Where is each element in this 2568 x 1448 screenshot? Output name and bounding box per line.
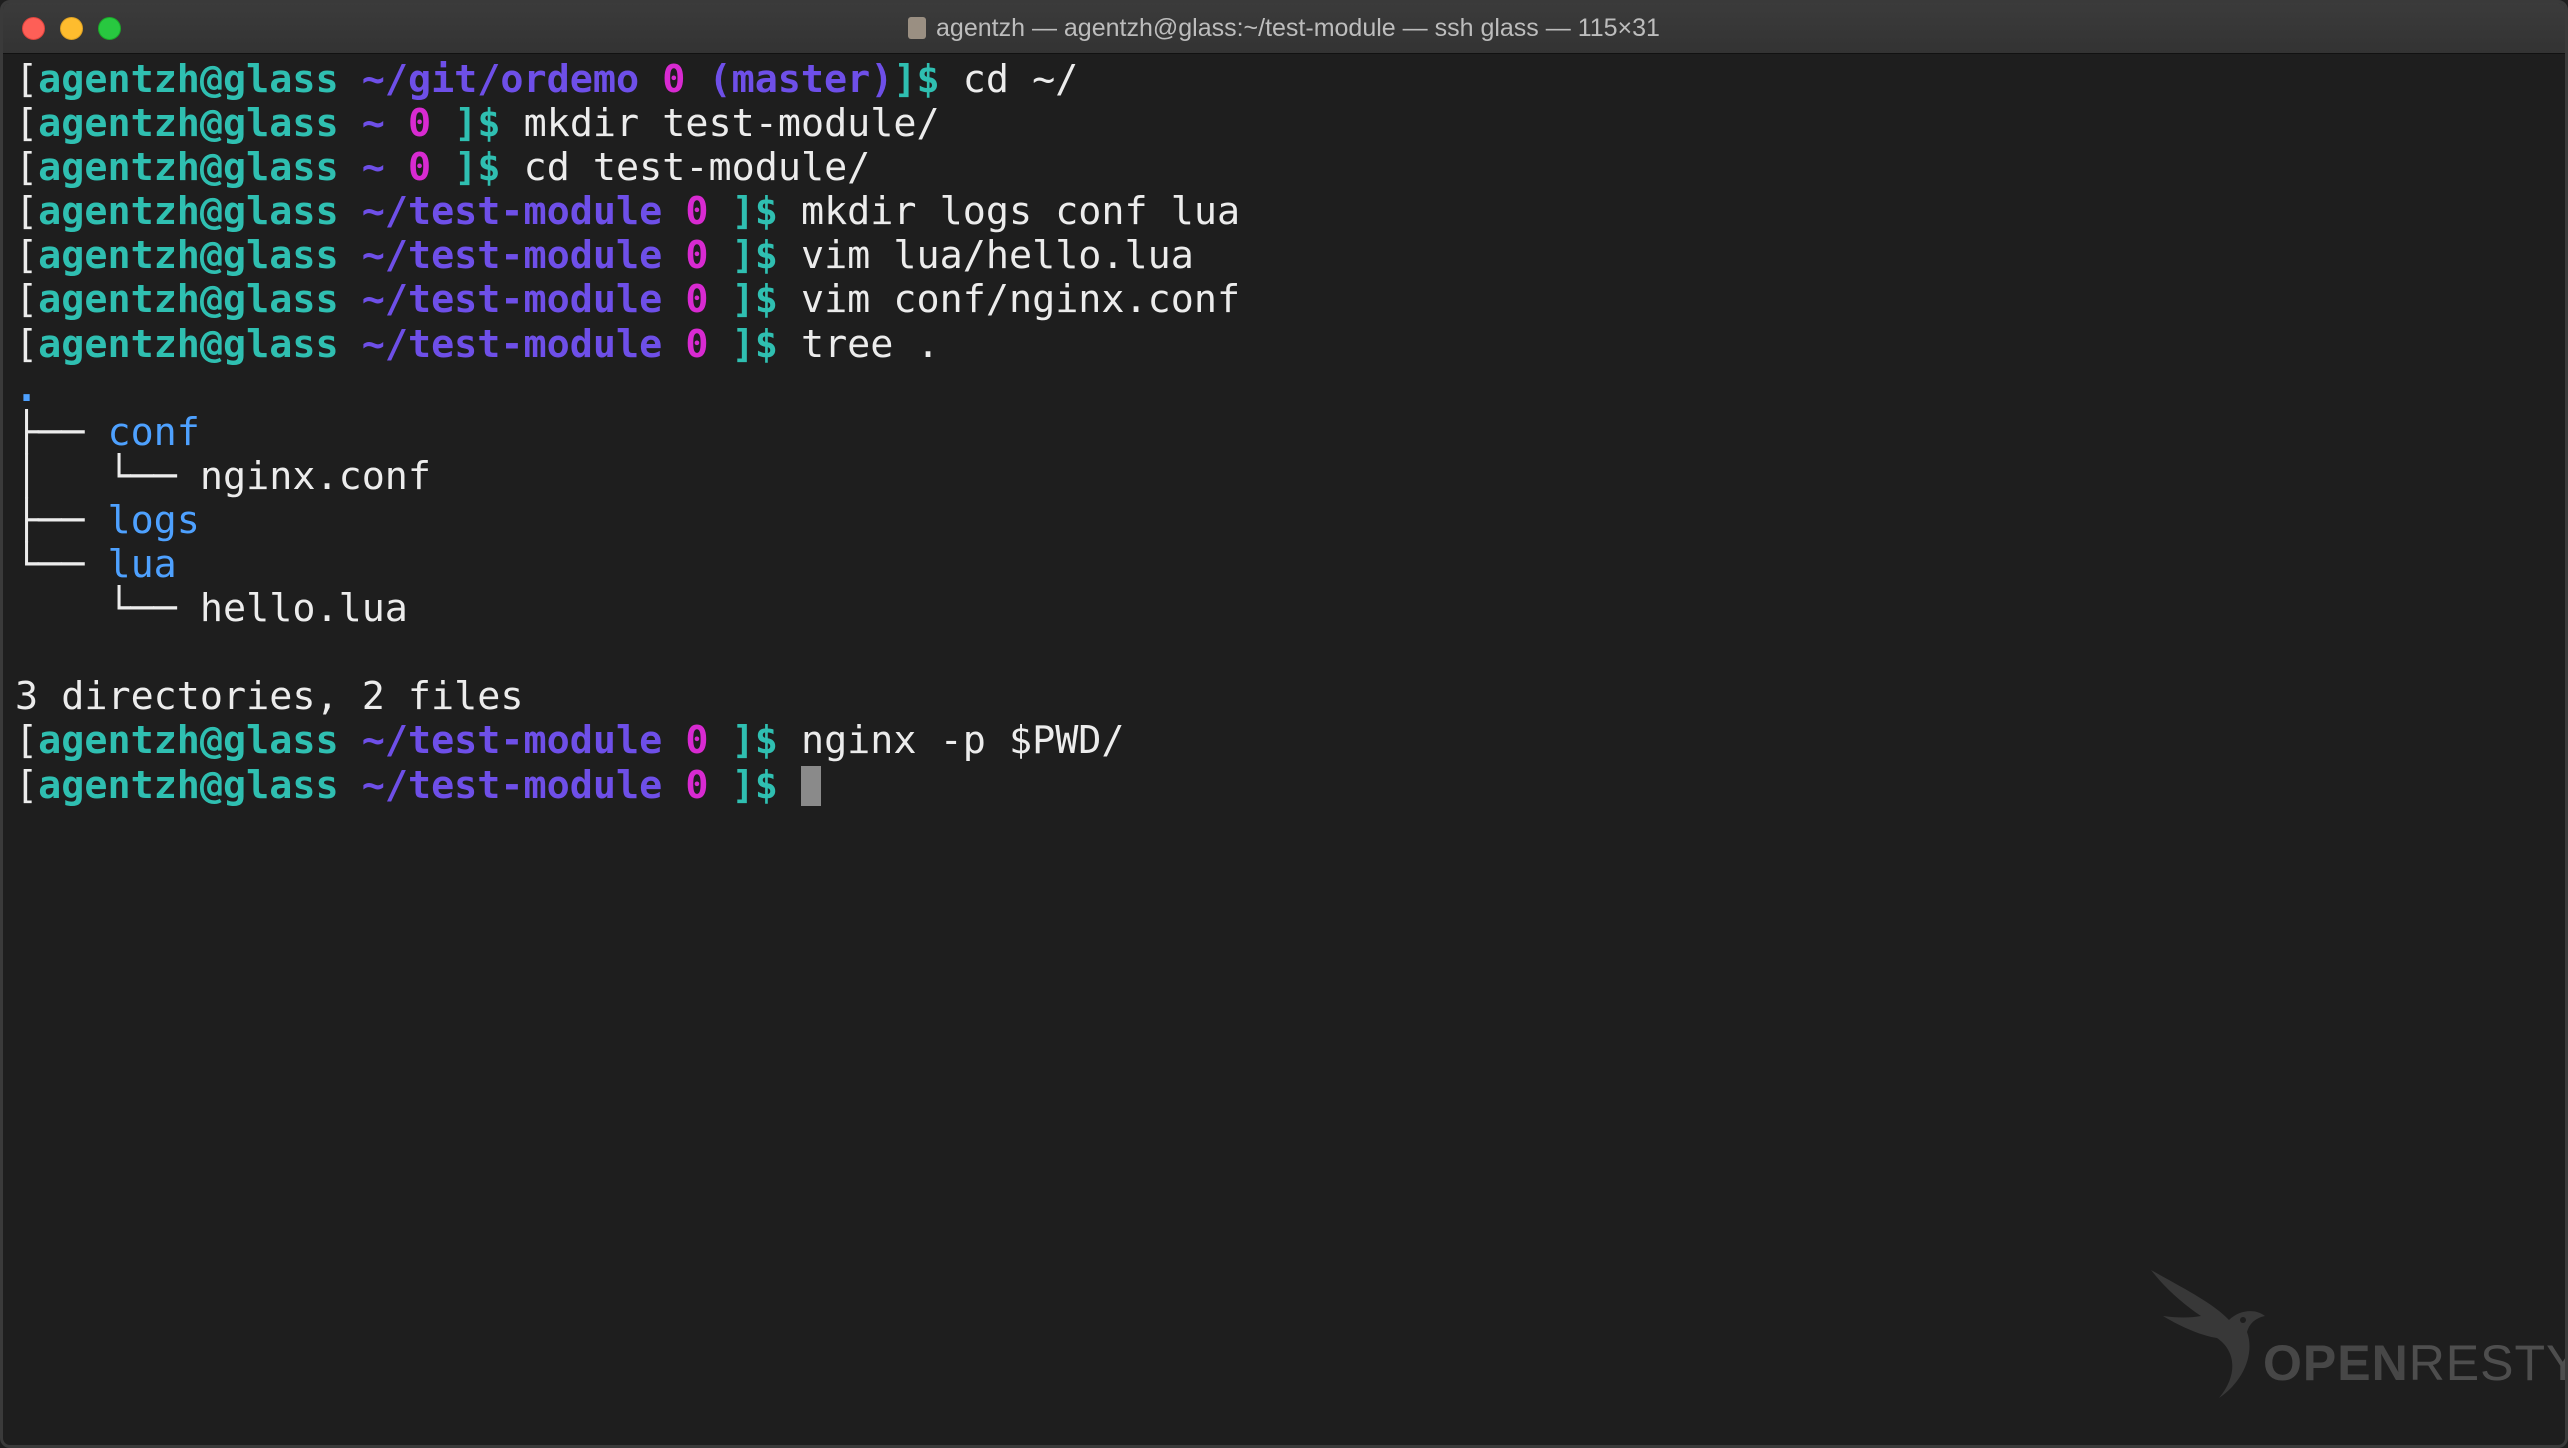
tree-branch: ├── — [15, 497, 108, 543]
prompt-status: 0 — [407, 145, 432, 191]
tree-root-dot: . — [15, 365, 39, 411]
prompt-symbol: ]$ — [731, 718, 778, 764]
prompt-path: ~/test-module — [361, 277, 663, 323]
terminal-window: agentzh — agentzh@glass:~/test-module — … — [0, 0, 2568, 1448]
prompt-symbol: ]$ — [731, 233, 778, 279]
tree-root: . — [15, 365, 2553, 411]
prompt-user: agentzh@glass — [38, 189, 339, 235]
tree-summary: 3 directories, 2 files — [15, 675, 2553, 719]
prompt-line: [agentzh@glass ~/git/ordemo 0 (master)]$… — [15, 57, 1079, 102]
command-text: vim conf/nginx.conf — [800, 277, 1241, 323]
prompt-path: ~/test-module — [361, 233, 663, 279]
prompt-symbol: ]$ — [893, 57, 940, 102]
prompt-path: ~/test-module — [361, 718, 663, 764]
tree-file-name: nginx.conf — [199, 453, 432, 499]
prompt-path: ~/git/ordemo — [361, 57, 640, 102]
prompt-line-active[interactable]: [agentzh@glass ~/test-module 0 ]$ — [15, 762, 2553, 808]
prompt-line: [agentzh@glass ~/test-module 0 ]$ nginx … — [15, 718, 1125, 764]
prompt-user: agentzh@glass — [38, 321, 339, 367]
prompt-symbol: ]$ — [731, 189, 778, 235]
prompt-user: agentzh@glass — [38, 57, 339, 102]
prompt-user: agentzh@glass — [38, 145, 339, 191]
prompt-path: ~ — [361, 101, 385, 147]
prompt-line: [agentzh@glass ~ 0 ]$ cd test-module/ — [15, 145, 871, 191]
prompt-line: [agentzh@glass ~/test-module 0 ]$ mkdir … — [15, 189, 1241, 235]
prompt-user: agentzh@glass — [38, 718, 339, 764]
tree-summary-text: 3 directories, 2 files — [15, 674, 524, 720]
prompt-path: ~/test-module — [361, 189, 663, 235]
prompt-branch: (master) — [708, 57, 894, 102]
prompt-user: agentzh@glass — [38, 101, 339, 147]
terminal-content[interactable]: [agentzh@glass ~/git/ordemo 0 (master)]$… — [15, 57, 2553, 1445]
tree-branch: ├── — [15, 409, 108, 455]
tree-branch: └── — [15, 586, 200, 632]
prompt-line: [agentzh@glass ~ 0 ]$ mkdir test-module/ — [15, 101, 940, 147]
command-text: tree . — [800, 321, 940, 367]
prompt-user: agentzh@glass — [38, 762, 339, 808]
prompt-status: 0 — [685, 233, 709, 279]
tree-branch: └── — [15, 542, 108, 588]
prompt-path: ~/test-module — [361, 321, 663, 367]
tree-branch: │ └── — [15, 453, 200, 499]
tree-item: │ └── nginx.conf — [15, 453, 2553, 499]
command-text: mkdir logs conf lua — [800, 189, 1241, 235]
command-text: nginx -p $PWD/ — [800, 718, 1125, 764]
prompt-path: ~/test-module — [361, 762, 663, 808]
command-text: cd ~/ — [962, 57, 1079, 102]
window-title: agentzh — agentzh@glass:~/test-module — … — [936, 14, 1660, 42]
wordmark-light: RESTY — [2408, 1335, 2568, 1391]
prompt-line: [agentzh@glass ~/test-module 0 ]$ tree . — [15, 321, 940, 367]
command-text: cd test-module/ — [523, 145, 871, 191]
prompt-user: agentzh@glass — [38, 233, 339, 279]
openresty-bird-icon — [2151, 1270, 2265, 1398]
tree-dir-name: logs — [107, 497, 200, 543]
folder-icon — [908, 17, 927, 39]
command-text: vim lua/hello.lua — [800, 233, 1194, 279]
prompt-symbol: ]$ — [454, 101, 501, 147]
tree-item: └── hello.lua — [15, 587, 2553, 631]
window-title-wrap: agentzh — agentzh@glass:~/test-module — … — [3, 13, 2565, 43]
prompt-line: [agentzh@glass ~/test-module 0 ]$ vim lu… — [15, 233, 1194, 279]
tree-dir-name: lua — [107, 542, 177, 588]
openresty-logo: OPENRESTY — [2143, 1258, 2565, 1418]
text-cursor — [800, 765, 821, 806]
prompt-status: 0 — [662, 57, 686, 102]
tree-item: ├── logs — [15, 497, 2553, 543]
prompt-status: 0 — [407, 101, 432, 147]
prompt-status: 0 — [685, 189, 709, 235]
tree-file-name: hello.lua — [199, 586, 408, 632]
prompt-symbol: ]$ — [731, 277, 778, 323]
tree-item: ├── conf — [15, 409, 2553, 455]
wordmark-heavy: OPEN — [2263, 1335, 2409, 1391]
prompt-symbol: ]$ — [454, 145, 501, 191]
prompt-user: agentzh@glass — [38, 277, 339, 323]
prompt-status: 0 — [685, 321, 709, 367]
prompt-line: [agentzh@glass ~/test-module 0 ]$ vim co… — [15, 277, 1241, 323]
tree-item: └── lua — [15, 542, 2553, 588]
prompt-symbol: ]$ — [731, 321, 778, 367]
title-bar[interactable]: agentzh — agentzh@glass:~/test-module — … — [3, 3, 2565, 54]
openresty-wordmark: OPENRESTY — [2263, 1334, 2568, 1392]
command-text: mkdir test-module/ — [523, 101, 940, 147]
prompt-status: 0 — [685, 277, 709, 323]
tree-dir-name: conf — [107, 409, 200, 455]
prompt-symbol: ]$ — [731, 762, 778, 808]
prompt-path: ~ — [361, 145, 385, 191]
prompt-status: 0 — [685, 762, 709, 808]
prompt-status: 0 — [685, 718, 709, 764]
